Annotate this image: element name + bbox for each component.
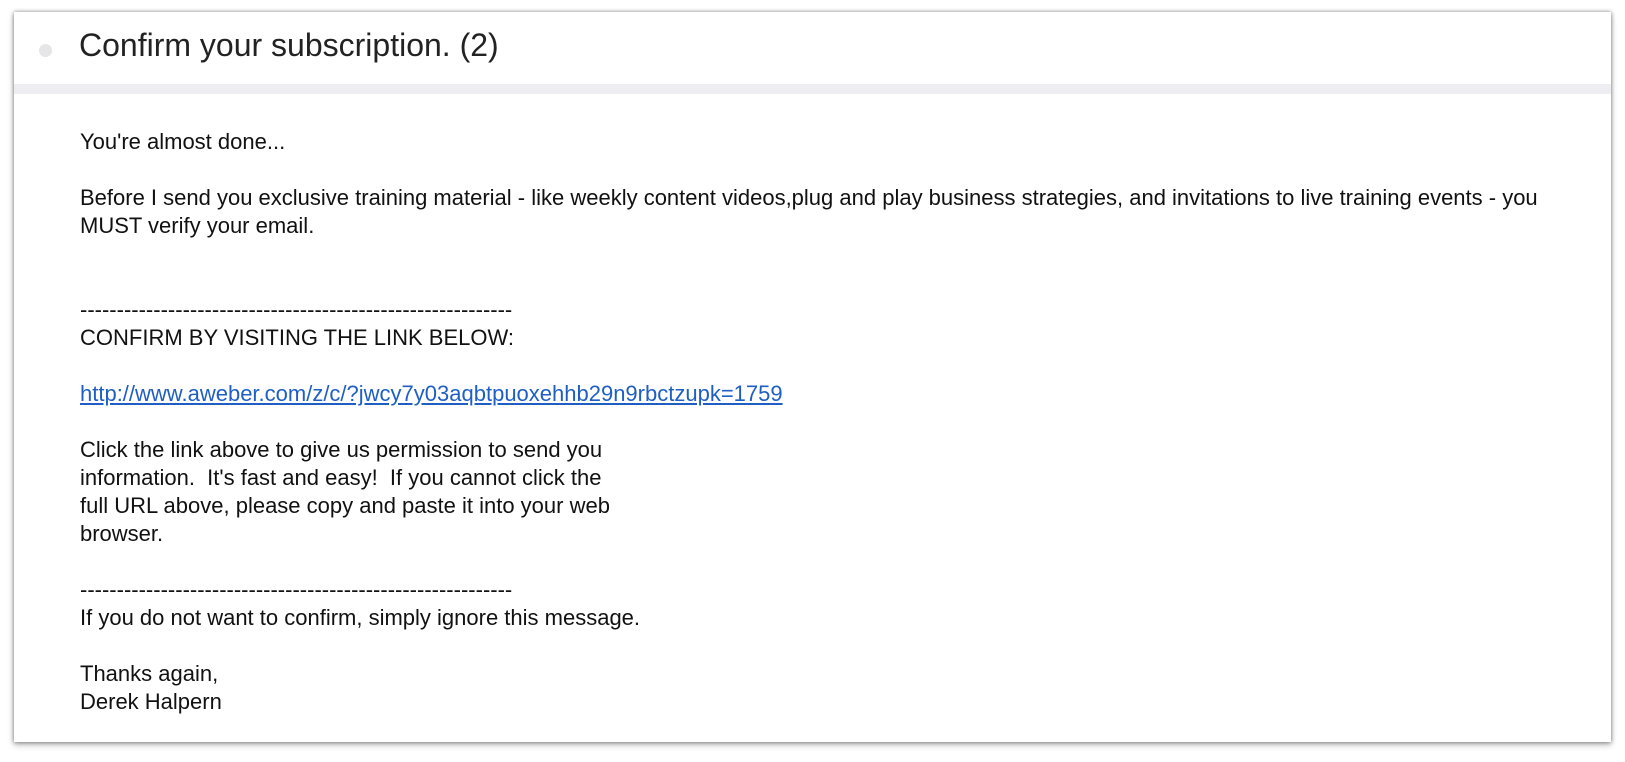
signoff-text: Thanks again, [80, 661, 219, 686]
separator-line-bottom: ----------------------------------------… [80, 577, 513, 602]
ignore-note: If you do not want to confirm, simply ig… [80, 605, 641, 630]
header-divider [14, 84, 1611, 94]
instructions-line-1: Click the link above to give us permissi… [80, 437, 603, 462]
instructions-line-4: browser. [80, 521, 164, 546]
instructions-line-3: full URL above, please copy and paste it… [80, 493, 610, 518]
message-header: Confirm your subscription. (2) [14, 12, 1611, 84]
email-message-pane: Confirm your subscription. (2) You're al… [14, 12, 1611, 742]
message-body: You're almost done... Before I send you … [80, 128, 1580, 716]
separator-line-top: ----------------------------------------… [80, 297, 513, 322]
message-subject: Confirm your subscription. (2) [79, 27, 499, 63]
intro-paragraph: Before I send you exclusive training mat… [80, 185, 1538, 238]
confirm-link[interactable]: http://www.aweber.com/z/c/?jwcy7y03aqbtp… [80, 381, 783, 406]
confirm-heading: CONFIRM BY VISITING THE LINK BELOW: [80, 325, 514, 350]
greeting-text: You're almost done... [80, 129, 286, 154]
instructions-line-2: information. It's fast and easy! If you … [80, 465, 602, 490]
signature-text: Derek Halpern [80, 689, 222, 714]
unread-status-dot-icon[interactable] [39, 44, 52, 57]
